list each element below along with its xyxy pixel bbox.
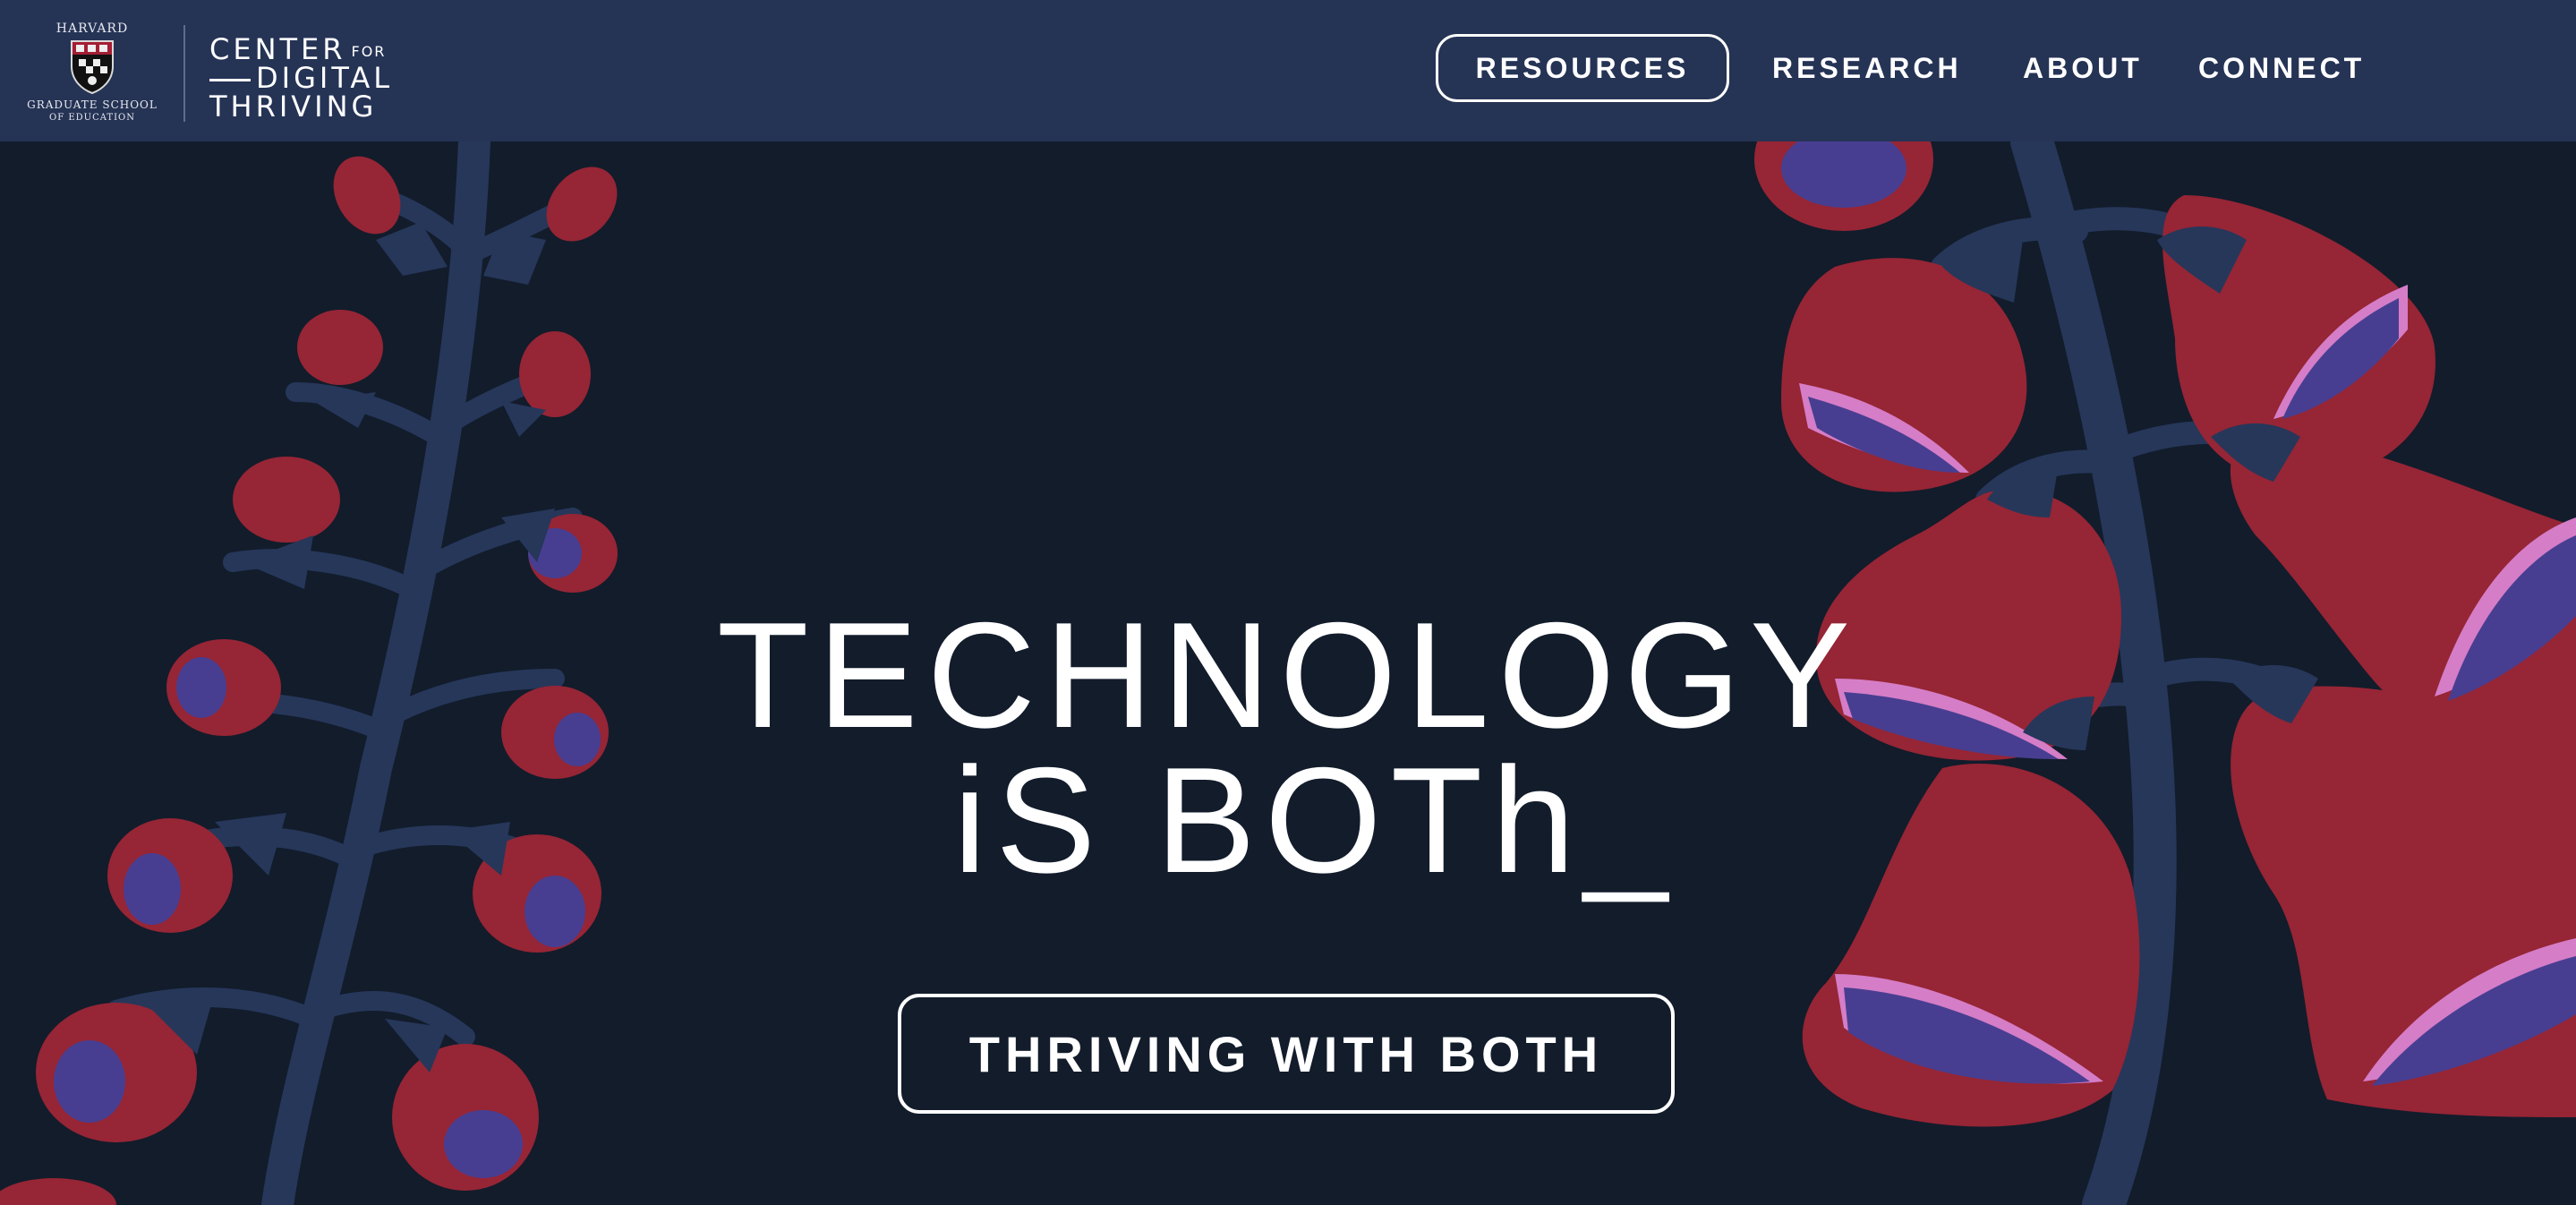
nav-connect[interactable]: CONNECT	[2198, 34, 2365, 102]
harvard-logo-line1: GRADUATE SCHOOL	[27, 98, 158, 111]
hero-title-line1: TECHNOLOGY	[716, 590, 1860, 759]
nav-research[interactable]: RESEARCH	[1772, 34, 1962, 102]
thriving-with-both-button[interactable]: THRIVING WITH BOTH	[898, 994, 1675, 1114]
cdt-line3: THRIVING	[209, 90, 378, 124]
hero-title: TECHNOLOGY iS BOTh_	[0, 590, 2576, 904]
harvard-logo-line2: OF EDUCATION	[49, 113, 135, 123]
harvard-shield-icon	[71, 40, 114, 95]
nav-resources[interactable]: RESOURCES	[1436, 34, 1729, 102]
logo-divider	[183, 25, 185, 122]
hero-title-line2: iS BOTh_	[952, 735, 1677, 904]
harvard-logo-top-text: HARVARD	[55, 21, 129, 36]
harvard-gse-logo[interactable]: HARVARD GRADUATE SCHOOL OF EDUCATION	[25, 21, 159, 125]
site-header: HARVARD GRADUATE SCHOOL OF EDUCATION CEN…	[0, 0, 2576, 141]
cdt-dash	[209, 78, 251, 81]
center-digital-thriving-logo[interactable]: CENTER FOR DIGITAL THRIVING	[209, 32, 415, 124]
nav-about[interactable]: ABOUT	[2023, 34, 2143, 102]
cdt-line1-small: FOR	[351, 42, 387, 60]
